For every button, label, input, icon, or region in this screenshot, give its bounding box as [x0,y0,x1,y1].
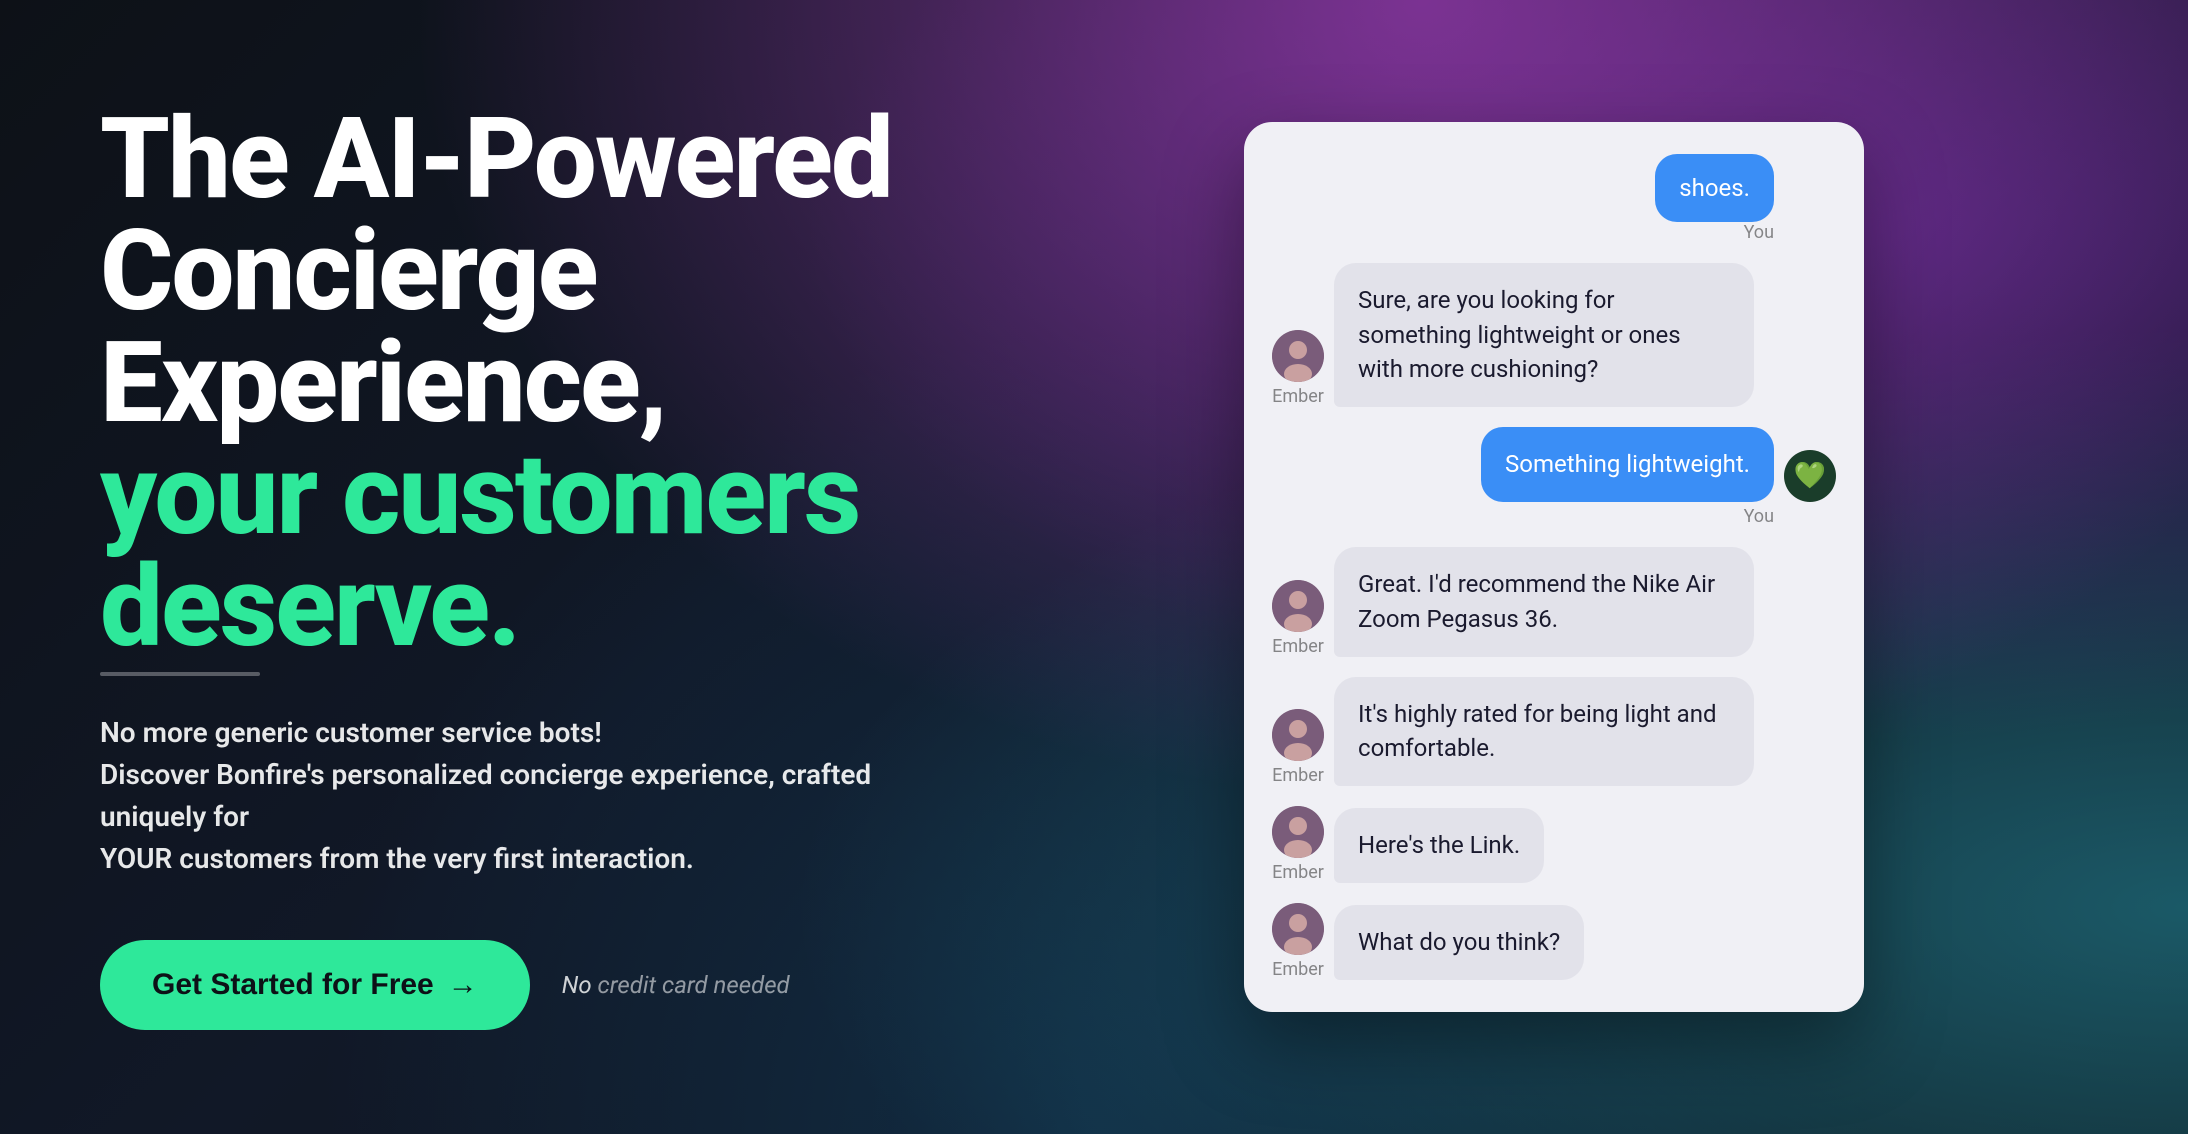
chat-row-6: Ember What do you think? [1272,903,1836,980]
ember-avatar-col-6: Ember [1272,903,1324,980]
bot-bubble-5: Here's the Link. [1334,808,1544,883]
ember-label-5: Ember [1272,862,1324,883]
chat-row-3: Ember Great. I'd recommend the Nike Air … [1272,547,1836,657]
user-avatar-heart: 💚 [1784,450,1836,502]
ember-avatar-col-5: Ember [1272,806,1324,883]
cta-row: Get Started for Free → No credit card ne… [100,940,940,1030]
ember-avatar-3 [1272,580,1324,632]
ember-label-3: Ember [1272,636,1324,657]
chat-row-4: Ember It's highly rated for being light … [1272,677,1836,787]
no-credit-card-text: No credit card needed [562,971,790,999]
ember-label-6: Ember [1272,959,1324,980]
user-bubble-lightweight: Something lightweight. [1481,427,1774,502]
subtext-line3: YOUR customers from the very first inter… [100,842,694,875]
you-label-shoes: You [1744,222,1774,243]
headline: The AI-Powered Concierge Experience, you… [100,104,940,664]
chat-window: shoes. You Ember Sure, are you looking f… [1244,122,1864,1012]
ember-avatar-col-3: Ember [1272,580,1324,657]
headline-green-2: deserve. [100,542,519,673]
bot-bubble-6: What do you think? [1334,905,1584,980]
bot-bubble-3: Great. I'd recommend the Nike Air Zoom P… [1334,547,1754,657]
bot-bubble-1: Sure, are you looking for something ligh… [1334,263,1754,407]
chat-row-5: Ember Here's the Link. [1272,806,1836,883]
subtext: No more generic customer service bots! D… [100,712,880,880]
ember-avatar-6 [1272,903,1324,955]
subtext-line1: No more generic customer service bots! [100,716,602,749]
ember-avatar-5 [1272,806,1324,858]
ember-avatar-col-4: Ember [1272,709,1324,786]
ember-label-1: Ember [1272,386,1324,407]
user-bubble-shoes: shoes. [1655,154,1774,222]
cta-button-label: Get Started for Free [152,968,434,1002]
hero-left: The AI-Powered Concierge Experience, you… [100,104,1000,1030]
chat-message-shoes: shoes. You [1272,154,1836,243]
get-started-button[interactable]: Get Started for Free → [100,940,530,1030]
hero-right: shoes. You Ember Sure, are you looking f… [1000,122,2108,1012]
ember-avatar-col-1: Ember [1272,330,1324,407]
subtext-line2: Discover Bonfire's personalized concierg… [100,758,871,833]
bot-bubble-4: It's highly rated for being light and co… [1334,677,1754,787]
cta-arrow-icon: → [448,968,478,1002]
chat-row-1: Ember Sure, are you looking for somethin… [1272,263,1836,407]
ember-label-4: Ember [1272,765,1324,786]
ember-avatar-4 [1272,709,1324,761]
ember-avatar-1 [1272,330,1324,382]
you-label-lightweight: You [1744,506,1774,527]
chat-message-lightweight: 💚 Something lightweight. You [1272,427,1836,527]
